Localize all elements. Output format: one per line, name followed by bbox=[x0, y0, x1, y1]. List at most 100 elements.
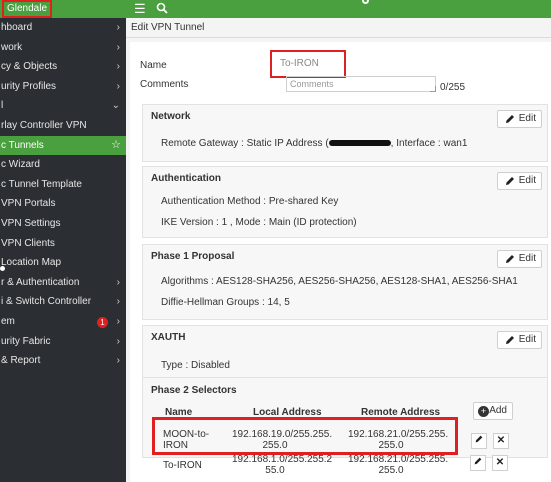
sidebar-item[interactable]: urity Profiles › bbox=[0, 77, 126, 97]
remote-gateway-suffix: , Interface : wan1 bbox=[390, 138, 468, 149]
row-edit-button[interactable] bbox=[470, 455, 486, 471]
sidebar-item[interactable]: & Report › bbox=[0, 351, 126, 371]
main-content: Edit VPN Tunnel Name To-IRON Comments Co… bbox=[126, 18, 551, 482]
add-selector-button[interactable]: + Add bbox=[473, 402, 513, 420]
sidebar-item[interactable]: VPN Clients bbox=[0, 234, 126, 254]
name-input[interactable]: To-IRON bbox=[280, 56, 336, 72]
xauth-edit-button[interactable]: Edit bbox=[497, 331, 542, 349]
ike-version-text: IKE Version : 1 , Mode : Main (ID protec… bbox=[161, 217, 357, 228]
sidebar-item[interactable]: Location Map bbox=[0, 253, 126, 273]
phase1-edit-button[interactable]: Edit bbox=[497, 250, 542, 268]
sidebar-item[interactable]: r & Authentication › bbox=[0, 273, 126, 293]
row-delete-button[interactable]: ✕ bbox=[493, 433, 509, 449]
sidebar-item-label: urity Profiles bbox=[1, 80, 57, 92]
dh-groups-text: Diffie-Hellman Groups : 14, 5 bbox=[161, 297, 290, 308]
edit-label: Edit bbox=[518, 253, 536, 264]
chevron-down-icon: ⌄ bbox=[111, 100, 120, 112]
add-label: Add bbox=[489, 405, 507, 416]
chevron-right-icon: › bbox=[116, 296, 120, 308]
authentication-edit-button[interactable]: Edit bbox=[497, 172, 542, 190]
sidebar-item[interactable]: c Tunnels ☆ bbox=[0, 135, 126, 156]
pencil-icon bbox=[506, 115, 514, 123]
row-delete-button[interactable]: ✕ bbox=[492, 455, 508, 471]
row-edit-button[interactable] bbox=[471, 433, 487, 449]
phase1-section: Phase 1 Proposal Edit Algorithms : AES12… bbox=[142, 244, 548, 320]
sidebar-item-label: & Report bbox=[1, 355, 41, 367]
auth-method-text: Authentication Method : Pre-shared Key bbox=[161, 196, 339, 207]
network-section: Network Edit Remote Gateway : Static IP … bbox=[142, 104, 548, 162]
sidebar-item[interactable]: em 1 › bbox=[0, 312, 126, 332]
table-row[interactable]: To-IRON bbox=[163, 460, 202, 471]
sidebar-item-label: c Tunnels bbox=[1, 139, 44, 151]
device-selector[interactable]: Glendale bbox=[2, 0, 52, 18]
phase1-title: Phase 1 Proposal bbox=[151, 251, 235, 262]
top-bar: ☰ bbox=[126, 0, 551, 18]
remote-address: 255.0 bbox=[378, 465, 404, 476]
sidebar-item[interactable]: work › bbox=[0, 38, 126, 58]
sidebar-item-label: c Wizard bbox=[1, 159, 40, 171]
sidebar-item-label: hboard bbox=[1, 22, 33, 33]
sidebar-item[interactable]: l ⌄ bbox=[0, 96, 126, 116]
comments-field[interactable]: Comments bbox=[286, 76, 436, 92]
sidebar-item[interactable]: cy & Objects › bbox=[0, 57, 126, 77]
plus-circle-icon: + bbox=[478, 406, 489, 417]
selector-name: To-IRON bbox=[163, 460, 202, 471]
hamburger-menu-icon[interactable]: ☰ bbox=[134, 1, 146, 16]
pencil-icon bbox=[474, 457, 482, 465]
sidebar-item-label: r & Authentication bbox=[1, 276, 80, 288]
local-address: 55.0 bbox=[265, 465, 285, 476]
chevron-right-icon: › bbox=[116, 41, 120, 53]
comments-char-counter: 0/255 bbox=[440, 82, 466, 93]
chevron-right-icon: › bbox=[116, 316, 120, 327]
algorithms-text: Algorithms : AES128-SHA256, AES256-SHA25… bbox=[161, 276, 518, 287]
remote-gateway-text: Remote Gateway : Static IP Address ( , In… bbox=[161, 138, 467, 149]
network-edit-button[interactable]: Edit bbox=[497, 110, 542, 128]
search-icon[interactable] bbox=[156, 2, 168, 14]
comments-label: Comments bbox=[140, 79, 189, 90]
star-icon[interactable]: ☆ bbox=[111, 136, 121, 156]
sidebar-item[interactable]: VPN Portals bbox=[0, 194, 126, 214]
pencil-icon bbox=[506, 177, 514, 185]
remote-address-cell: 192.168.21.0/255.255. 255.0 bbox=[348, 454, 448, 476]
delete-x-icon: ✕ bbox=[496, 435, 506, 446]
sidebar-item-label: rlay Controller VPN bbox=[1, 120, 87, 131]
name-label: Name bbox=[140, 60, 167, 71]
chevron-right-icon: › bbox=[116, 22, 120, 33]
sidebar-item[interactable]: rlay Controller VPN bbox=[0, 116, 126, 136]
resize-grip-icon[interactable] bbox=[430, 86, 436, 92]
sidebar-item-label: i & Switch Controller bbox=[1, 296, 92, 308]
sidebar-item[interactable]: c Wizard bbox=[0, 155, 126, 175]
network-title: Network bbox=[151, 111, 191, 122]
sidebar-item-label: l bbox=[1, 100, 4, 112]
chevron-right-icon: › bbox=[116, 276, 120, 288]
notification-indicator-icon bbox=[362, 0, 369, 4]
sidebar: Glendale hboard › work › cy & Objects › urity … bbox=[0, 0, 126, 482]
remote-gateway-prefix: Remote Gateway : Static IP Address ( bbox=[161, 138, 329, 149]
sidebar-item-label: VPN Settings bbox=[1, 218, 61, 229]
sidebar-item[interactable]: c Tunnel Template bbox=[0, 175, 126, 195]
sidebar-item[interactable]: hboard › bbox=[0, 18, 126, 38]
xauth-type-text: Type : Disabled bbox=[161, 360, 230, 371]
sidebar-item-label: VPN Portals bbox=[1, 198, 56, 210]
redacted-ip bbox=[328, 140, 391, 147]
sidebar-item[interactable]: i & Switch Controller › bbox=[0, 292, 126, 312]
edit-label: Edit bbox=[518, 175, 536, 186]
sidebar-item-label: VPN Clients bbox=[1, 237, 55, 249]
edit-label: Edit bbox=[518, 334, 536, 345]
page-header: Edit VPN Tunnel bbox=[126, 18, 551, 38]
page-title: Edit VPN Tunnel bbox=[131, 22, 205, 33]
sidebar-item[interactable]: urity Fabric › bbox=[0, 332, 126, 352]
selector-highlight-box bbox=[152, 417, 458, 455]
chevron-right-icon: › bbox=[116, 355, 120, 367]
xauth-title: XAUTH bbox=[151, 332, 186, 343]
authentication-section: Authentication Edit Authentication Metho… bbox=[142, 166, 548, 238]
sidebar-item-label: cy & Objects bbox=[1, 61, 58, 73]
local-address: 192.168.1.0/255.255.2 bbox=[232, 454, 333, 465]
chevron-right-icon: › bbox=[116, 80, 120, 92]
sidebar-item[interactable]: VPN Settings bbox=[0, 214, 126, 234]
local-address-cell: 192.168.1.0/255.255.2 55.0 bbox=[232, 454, 333, 476]
pencil-icon bbox=[506, 255, 514, 263]
pencil-icon bbox=[475, 435, 483, 443]
edit-label: Edit bbox=[518, 113, 536, 124]
delete-x-icon: ✕ bbox=[495, 457, 505, 468]
